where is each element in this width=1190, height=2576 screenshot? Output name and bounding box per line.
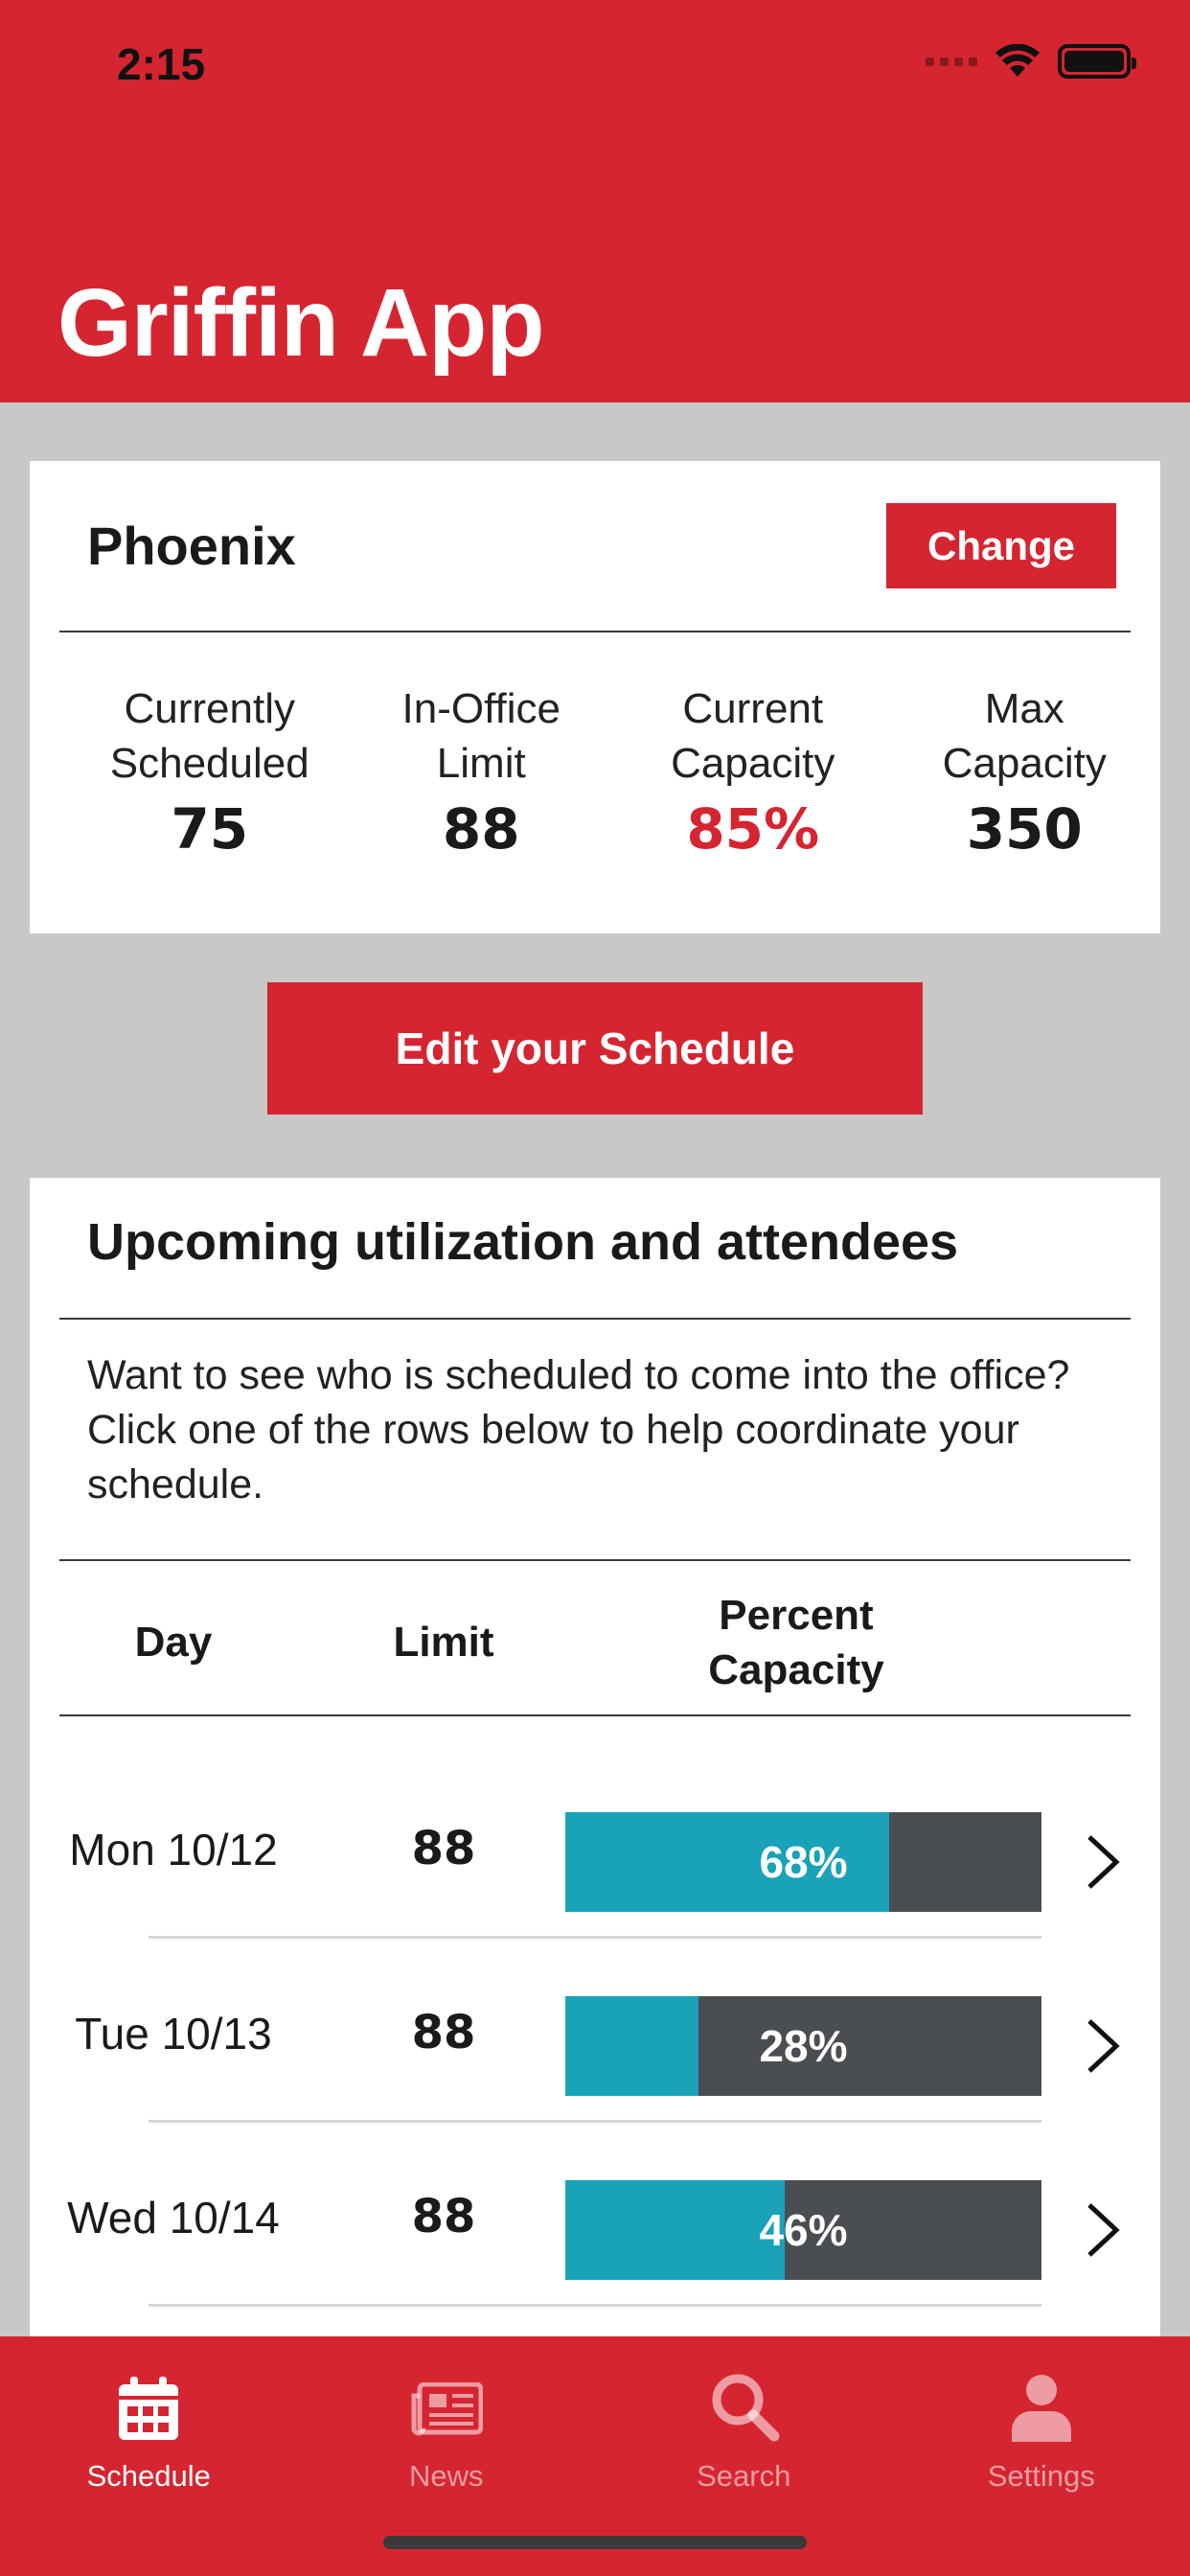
tab-label: News [408,2459,484,2493]
capacity-percent: 46% [759,2205,848,2255]
divider [59,1318,1131,1320]
utilization-card: Upcoming utilization and attendees Want … [30,1178,1160,2366]
app-title: Griffin App [57,269,544,377]
column-header-limit: Limit [393,1619,494,1666]
calendar-icon [119,2377,179,2440]
stat-value: 85% [686,796,820,862]
home-indicator [383,2536,807,2549]
stat-label: Capacity [942,740,1107,787]
section-title: Upcoming utilization and attendees [87,1213,959,1271]
capacity-bar: 46% [565,2180,1041,2280]
column-header-day: Day [134,1619,213,1666]
change-location-button[interactable]: Change [886,503,1116,588]
tab-settings[interactable]: Settings [893,2336,1190,2576]
stat-currently-scheduled: Currently Scheduled 75 [74,681,346,862]
location-card: Phoenix Change Currently Scheduled 75 In-… [30,461,1160,933]
stat-max-capacity: Max Capacity 350 [889,681,1161,862]
wifi-icon [995,44,1040,77]
stat-label: Currently [124,685,296,732]
tab-label: Search [697,2459,791,2493]
stat-label: Max [984,685,1064,732]
stats-row: Currently Scheduled 75 In-Office Limit 88 … [30,681,1160,862]
table-row[interactable]: Mon 10/12 88 68% [30,1755,1160,1939]
stat-label: Capacity [671,740,835,787]
section-description: Want to see who is scheduled to come int… [87,1352,1070,1507]
person-icon [1011,2375,1071,2442]
stat-in-office-limit: In-Office Limit 88 [346,681,618,862]
app-header: 2:15 Griffin App [0,0,1190,402]
stat-label: Current [682,685,824,732]
stat-value: 88 [442,796,520,862]
row-separator [149,2304,1041,2307]
capacity-percent: 28% [759,2021,848,2071]
table-row[interactable]: Tue 10/13 88 28% [30,1939,1160,2123]
row-limit: 88 [411,2190,476,2243]
divider [59,1714,1131,1716]
chevron-right-icon [1087,2019,1120,2073]
stat-label: Limit [436,740,526,787]
tab-schedule[interactable]: Schedule [0,2336,298,2576]
column-header-percent: Percent Capacity [624,1588,969,1697]
tab-label: Schedule [86,2459,211,2493]
divider [59,1559,1131,1561]
column-header-text: Percent [719,1592,874,1639]
table-row[interactable]: Wed 10/14 88 46% [30,2123,1160,2307]
status-time: 2:15 [117,39,206,89]
stat-current-capacity: Current Capacity 85% [617,681,889,862]
stat-value: 75 [171,796,249,862]
row-day: Wed 10/14 [67,2193,280,2242]
battery-icon [1058,44,1136,79]
stat-label: In-Office [401,685,561,732]
row-day: Tue 10/13 [75,2009,272,2058]
row-limit: 88 [411,2006,476,2059]
chevron-right-icon [1087,2203,1120,2257]
column-header-text: Capacity [708,1646,884,1693]
stat-label: Scheduled [109,740,309,787]
newspaper-icon [411,2382,483,2436]
search-icon [712,2374,780,2442]
location-name: Phoenix [87,516,296,576]
signal-icon [926,57,977,66]
tab-label: Settings [987,2459,1095,2493]
capacity-bar: 68% [565,1812,1041,1912]
chevron-right-icon [1087,1835,1120,1889]
row-day: Mon 10/12 [69,1825,278,1874]
divider [59,631,1131,632]
row-limit: 88 [411,1822,476,1875]
edit-schedule-button[interactable]: Edit your Schedule [267,982,923,1115]
status-icons [926,44,1136,79]
stat-value: 350 [966,796,1083,862]
capacity-bar: 28% [565,1996,1041,2096]
capacity-percent: 68% [759,1837,848,1887]
